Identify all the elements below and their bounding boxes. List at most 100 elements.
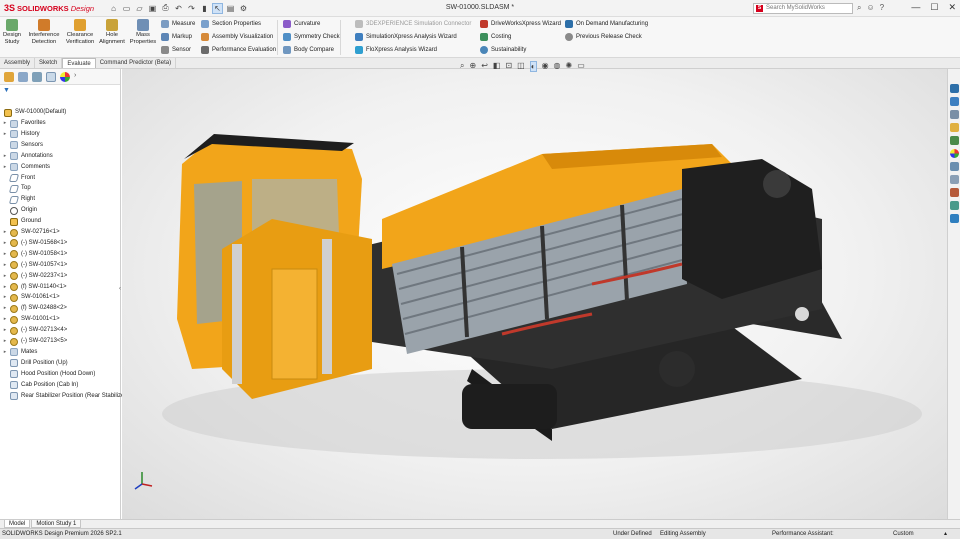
clearance-verification-button[interactable]: Clearance Verification <box>64 19 96 45</box>
expand-arrow-icon[interactable]: ▸ <box>2 336 8 347</box>
display-manager-tab-icon[interactable] <box>60 71 70 82</box>
tree-item[interactable]: ▸ History <box>2 129 40 140</box>
zoom-to-fit-icon[interactable]: ⌕ <box>460 61 464 72</box>
mysolidworks-icon[interactable] <box>950 188 959 197</box>
maximize-button[interactable]: ☐ <box>930 2 938 13</box>
appearances-icon[interactable] <box>950 149 959 158</box>
property-manager-tab-icon[interactable] <box>18 71 28 82</box>
tree-item[interactable]: Sensors <box>2 140 43 151</box>
forum-icon[interactable] <box>950 175 959 184</box>
tree-item[interactable]: ▸ SW-01061<1> <box>2 292 60 303</box>
minimize-button[interactable]: — <box>911 2 920 13</box>
previous-release-check-button[interactable]: Previous Release Check <box>565 33 642 41</box>
expand-arrow-icon[interactable]: ▸ <box>2 325 8 336</box>
tree-item[interactable]: ▸ (f) SW-02488<2> <box>2 303 67 314</box>
expand-arrow-icon[interactable]: ▸ <box>2 347 8 358</box>
file-explorer-icon[interactable] <box>950 123 959 132</box>
status-units[interactable]: Custom <box>893 529 914 539</box>
expand-arrow-icon[interactable]: ▸ <box>2 249 8 260</box>
interference-detection-button[interactable]: Interference Detection <box>26 19 62 45</box>
simulationxpress-button[interactable]: SimulationXpress Analysis Wizard <box>355 33 457 41</box>
zoom-area-icon[interactable]: ⊕ <box>469 61 476 72</box>
tree-item[interactable]: Rear Stabilizer Position (Rear Stabilize… <box>2 391 138 402</box>
learn-icon[interactable] <box>950 214 959 223</box>
sensor-button[interactable]: Sensor <box>161 46 191 54</box>
assembly-visualization-button[interactable]: Assembly Visualization <box>201 33 273 41</box>
tree-item[interactable]: ▸ (f) SW-01140<1> <box>2 282 66 293</box>
tree-item[interactable]: ▸ (-) SW-02713<4> <box>2 325 67 336</box>
body-compare-button[interactable]: Body Compare <box>283 46 334 54</box>
expand-arrow-icon[interactable]: ▸ <box>2 238 8 249</box>
tree-item[interactable]: ▸ (-) SW-01057<1> <box>2 260 67 271</box>
tree-root[interactable]: SW-01000(Default) <box>2 107 66 118</box>
feature-manager-tab-icon[interactable] <box>4 71 14 82</box>
markup-button[interactable]: Markup <box>161 33 192 41</box>
tree-item[interactable]: ▸ Favorites <box>2 118 46 129</box>
rebuild-icon[interactable]: ▮ <box>199 4 210 13</box>
tree-item[interactable]: Right <box>2 194 35 205</box>
tree-item[interactable]: Ground <box>2 216 41 227</box>
expand-arrow-icon[interactable]: ▸ <box>2 282 8 293</box>
search-input[interactable]: Search MySolidWorks <box>753 3 853 14</box>
3dexperience-icon[interactable] <box>950 84 959 93</box>
tree-item[interactable]: Front <box>2 173 35 184</box>
tree-item[interactable]: ▸ (-) SW-02713<5> <box>2 336 67 347</box>
help-icon[interactable]: ? <box>880 3 884 13</box>
chevron-right-icon[interactable]: › <box>74 72 80 82</box>
user-icon[interactable]: ☺ <box>866 3 874 13</box>
tab-sketch[interactable]: Sketch <box>35 58 63 68</box>
costing-button[interactable]: Costing <box>480 33 511 41</box>
mass-properties-button[interactable]: Mass Properties <box>128 19 158 45</box>
sustainability-button[interactable]: Sustainability <box>480 46 526 54</box>
view-settings-icon[interactable]: ▭ <box>577 61 585 72</box>
file-properties-icon[interactable]: ▤ <box>225 4 236 13</box>
expand-arrow-icon[interactable]: ▸ <box>2 118 8 129</box>
tree-item[interactable]: Cab Position (Cab In) <box>2 380 78 391</box>
tree-item[interactable]: ▸ Comments <box>2 162 50 173</box>
tree-item[interactable]: Top <box>2 183 31 194</box>
view-palette-icon[interactable] <box>950 136 959 145</box>
design-study-button[interactable]: Design Study <box>2 19 22 45</box>
dimxpert-tab-icon[interactable] <box>46 71 56 82</box>
tab-model[interactable]: Model <box>4 520 31 528</box>
apply-scene-icon[interactable]: ✺ <box>566 61 573 72</box>
tree-item[interactable]: Origin <box>2 205 37 216</box>
tree-item[interactable]: ▸ SW-01001<1> <box>2 314 60 325</box>
print-icon[interactable]: ⎙ <box>160 3 171 13</box>
section-properties-button[interactable]: Section Properties <box>201 20 261 28</box>
select-icon[interactable]: ↖ <box>212 2 223 14</box>
tree-item[interactable]: ▸ Mates <box>2 347 37 358</box>
expand-arrow-icon[interactable]: ▸ <box>2 227 8 238</box>
expand-arrow-icon[interactable]: ▸ <box>2 292 8 303</box>
close-button[interactable]: ✕ <box>948 2 956 13</box>
simulation-connector-button[interactable]: 3DEXPERIENCE Simulation Connector <box>355 20 471 28</box>
on-demand-manufacturing-button[interactable]: On Demand Manufacturing <box>565 20 648 28</box>
symmetry-check-button[interactable]: Symmetry Check <box>283 33 340 41</box>
tab-assembly[interactable]: Assembly <box>0 58 36 68</box>
custom-properties-icon[interactable] <box>950 162 959 171</box>
expand-arrow-icon[interactable]: ▸ <box>2 271 8 282</box>
expand-arrow-icon[interactable]: ▸ <box>2 303 8 314</box>
drilling-rig-model[interactable] <box>122 69 947 519</box>
solidworks-logo[interactable]: 3S SOLIDWORKS Design <box>4 3 104 13</box>
save-icon[interactable]: ▣ <box>147 4 158 13</box>
tab-motion-study[interactable]: Motion Study 1 <box>31 520 82 528</box>
tree-item[interactable]: Hood Position (Hood Down) <box>2 369 95 380</box>
view-orientation-icon[interactable]: ◫ <box>517 61 525 72</box>
filter-icon[interactable]: ▼ <box>0 85 120 97</box>
display-style-icon[interactable]: ◐ <box>529 61 537 72</box>
tree-item[interactable]: ▸ (-) SW-01568<1> <box>2 238 67 249</box>
section-view-icon[interactable]: ◧ <box>493 61 501 72</box>
curvature-button[interactable]: Curvature <box>283 20 320 28</box>
undo-icon[interactable]: ↶ <box>173 4 184 13</box>
previous-view-icon[interactable]: ↩ <box>481 61 488 72</box>
expand-arrow-icon[interactable]: ▸ <box>2 151 8 162</box>
status-assistant[interactable]: Performance Assistant: <box>772 529 834 539</box>
driveworksxpress-button[interactable]: DriveWorksXpress Wizard <box>480 20 561 28</box>
edit-appearance-icon[interactable]: ◍ <box>554 61 561 72</box>
home-icon[interactable]: ⌂ <box>108 4 119 13</box>
search-icon[interactable]: ⌕ <box>857 3 861 13</box>
expand-arrow-icon[interactable]: ▸ <box>2 129 8 140</box>
expand-arrow-icon[interactable]: ▸ <box>2 260 8 271</box>
graphics-area[interactable] <box>122 69 947 519</box>
